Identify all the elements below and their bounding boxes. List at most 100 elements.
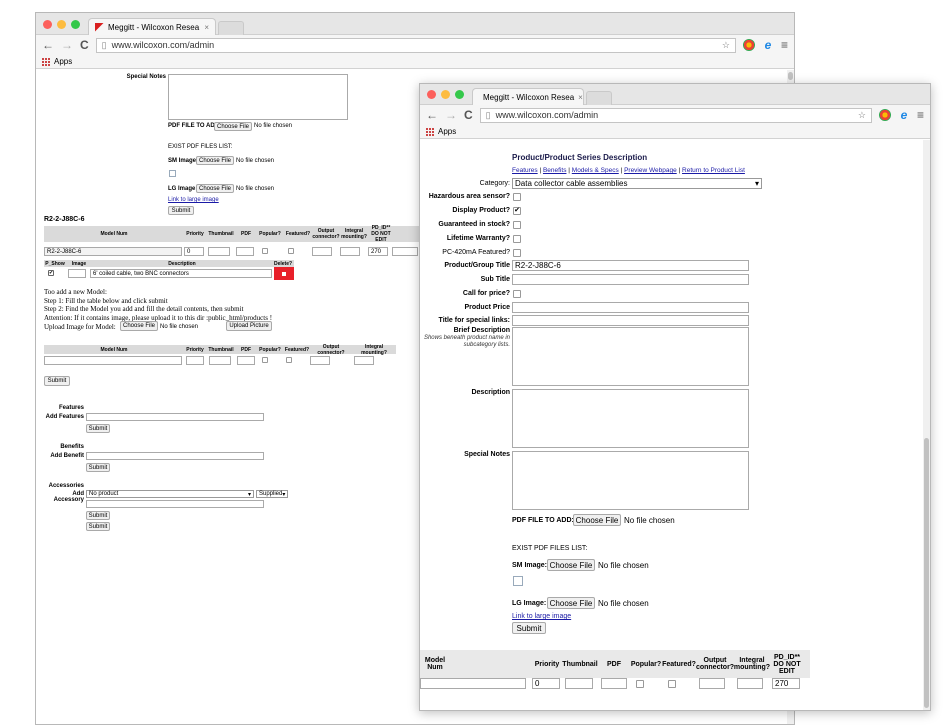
accessory-submit-button[interactable]: Submit (86, 511, 110, 520)
pd-id-input[interactable]: 270 (368, 247, 388, 256)
minimize-window-button[interactable] (57, 20, 66, 29)
display-product-checkbox[interactable]: ✔ (513, 207, 521, 215)
new-popular-checkbox[interactable] (262, 357, 268, 363)
new-integral-mounting-input[interactable] (354, 356, 374, 365)
preview-webpage-link[interactable]: Preview Webpage (624, 167, 677, 174)
product-price-input[interactable] (512, 302, 749, 313)
benefits-link[interactable]: Benefits (543, 167, 567, 174)
chrome-extension-icon[interactable] (742, 39, 755, 51)
sm-choose-file-button[interactable]: Choose File (196, 156, 234, 165)
call-price-checkbox[interactable] (513, 290, 521, 298)
ie-extension-icon[interactable]: e (762, 39, 774, 51)
close-window-button[interactable] (43, 20, 52, 29)
pdf-input[interactable] (601, 678, 627, 689)
p-show-checkbox[interactable]: ✔ (48, 270, 54, 276)
accessory-textarea[interactable] (86, 500, 264, 508)
supplied-select[interactable]: Supplied ▾ (256, 490, 288, 498)
address-bar[interactable]: ▯ www.wilcoxon.com/admin ☆ (479, 107, 872, 123)
new-tab-button[interactable] (586, 91, 612, 105)
lg-choose-file-button[interactable]: Choose File (547, 597, 595, 609)
close-window-button[interactable] (427, 90, 436, 99)
features-submit-button[interactable]: Submit (86, 424, 110, 433)
group-title-input[interactable]: R2-2-J88C-6 (512, 260, 749, 271)
new-priority-input[interactable] (186, 356, 204, 365)
popular-checkbox[interactable] (636, 680, 644, 688)
integral-mounting-input[interactable] (340, 247, 360, 256)
sub-title-input[interactable] (512, 274, 749, 285)
bookmark-star-icon[interactable]: ☆ (722, 40, 730, 51)
address-bar[interactable]: ▯ www.wilcoxon.com/admin ☆ (95, 37, 736, 53)
upload-choose-file-button[interactable]: Choose File (120, 321, 158, 331)
new-model-submit-button[interactable]: Submit (44, 376, 70, 386)
submit-button[interactable]: Submit (168, 206, 194, 215)
thumbnail-input[interactable] (208, 247, 230, 256)
brief-description-textarea[interactable] (512, 327, 749, 386)
accessory-submit-button-2[interactable]: Submit (86, 522, 110, 531)
link-large-image[interactable]: Link to large image (512, 613, 571, 620)
special-notes-textarea[interactable] (168, 74, 348, 120)
upload-picture-button[interactable]: Upload Picture (226, 321, 272, 331)
add-features-textarea[interactable] (86, 413, 264, 421)
reload-icon[interactable]: C (464, 108, 473, 122)
image-input[interactable] (68, 269, 86, 278)
maximize-window-button[interactable] (71, 20, 80, 29)
apps-bookmark[interactable]: Apps (438, 127, 456, 136)
guaranteed-checkbox[interactable] (513, 221, 521, 229)
priority-input[interactable]: 0 (184, 247, 204, 256)
sm-choose-file-button[interactable]: Choose File (547, 559, 595, 571)
featured-checkbox[interactable] (668, 680, 676, 688)
front-scrollbar[interactable] (923, 140, 930, 710)
lg-choose-file-button[interactable]: Choose File (196, 184, 234, 193)
description-textarea[interactable] (512, 389, 749, 448)
featured-checkbox[interactable] (288, 248, 294, 254)
bookmark-star-icon[interactable]: ☆ (858, 110, 866, 121)
features-link[interactable]: Features (512, 167, 538, 174)
browser-tab[interactable]: Meggitt - Wilcoxon Resea × (472, 88, 584, 105)
pd-id-input[interactable]: 270 (772, 678, 800, 689)
apps-bookmark[interactable]: Apps (54, 57, 72, 66)
add-benefit-textarea[interactable] (86, 452, 264, 460)
forward-arrow-icon[interactable]: → (61, 38, 73, 52)
pdf-input[interactable] (236, 247, 254, 256)
pdf-choose-file-button[interactable]: Choose File (573, 514, 621, 526)
lifetime-checkbox[interactable] (513, 235, 521, 243)
hazardous-checkbox[interactable] (513, 193, 521, 201)
maximize-window-button[interactable] (455, 90, 464, 99)
new-thumbnail-input[interactable] (209, 356, 231, 365)
output-connector-input[interactable] (312, 247, 332, 256)
new-output-connector-input[interactable] (310, 356, 330, 365)
chrome-extension-icon[interactable] (878, 109, 891, 121)
accessory-select[interactable]: No product ▾ (86, 490, 254, 498)
benefits-submit-button[interactable]: Submit (86, 463, 110, 472)
new-model-num-input[interactable] (44, 356, 182, 365)
link-large-image[interactable]: Link to large image (168, 197, 219, 203)
pdf-choose-file-button[interactable]: Choose File (214, 122, 252, 131)
ie-extension-icon[interactable]: e (898, 109, 910, 121)
menu-icon[interactable]: ≡ (917, 108, 924, 122)
popular-checkbox[interactable] (262, 248, 268, 254)
tab-close-icon[interactable]: × (204, 23, 209, 32)
reload-icon[interactable]: C (80, 38, 89, 52)
apps-grid-icon[interactable] (426, 127, 434, 136)
forward-arrow-icon[interactable]: → (445, 108, 457, 122)
thumbnail-input[interactable] (565, 678, 593, 689)
tab-close-icon[interactable]: × (578, 93, 583, 102)
pc420-checkbox[interactable] (513, 249, 521, 257)
apps-grid-icon[interactable] (42, 57, 50, 66)
browser-tab[interactable]: Meggitt - Wilcoxon Resea × (88, 18, 216, 35)
category-select[interactable]: Data collector cable assemblies ▾ (512, 178, 762, 189)
submit-button[interactable]: Submit (512, 622, 546, 634)
new-tab-button[interactable] (218, 21, 244, 35)
back-arrow-icon[interactable]: ← (42, 38, 54, 52)
back-arrow-icon[interactable]: ← (426, 108, 438, 122)
model-num-input[interactable] (420, 678, 526, 689)
return-product-list-link[interactable]: Return to Product List (682, 167, 745, 174)
delete-button[interactable] (274, 267, 294, 280)
integral-mounting-input[interactable] (737, 678, 763, 689)
output-connector-input[interactable] (699, 678, 725, 689)
special-links-input[interactable] (512, 315, 749, 326)
menu-icon[interactable]: ≡ (781, 38, 788, 52)
models-specs-link[interactable]: Models & Specs (572, 167, 619, 174)
priority-input[interactable]: 0 (532, 678, 560, 689)
new-featured-checkbox[interactable] (286, 357, 292, 363)
